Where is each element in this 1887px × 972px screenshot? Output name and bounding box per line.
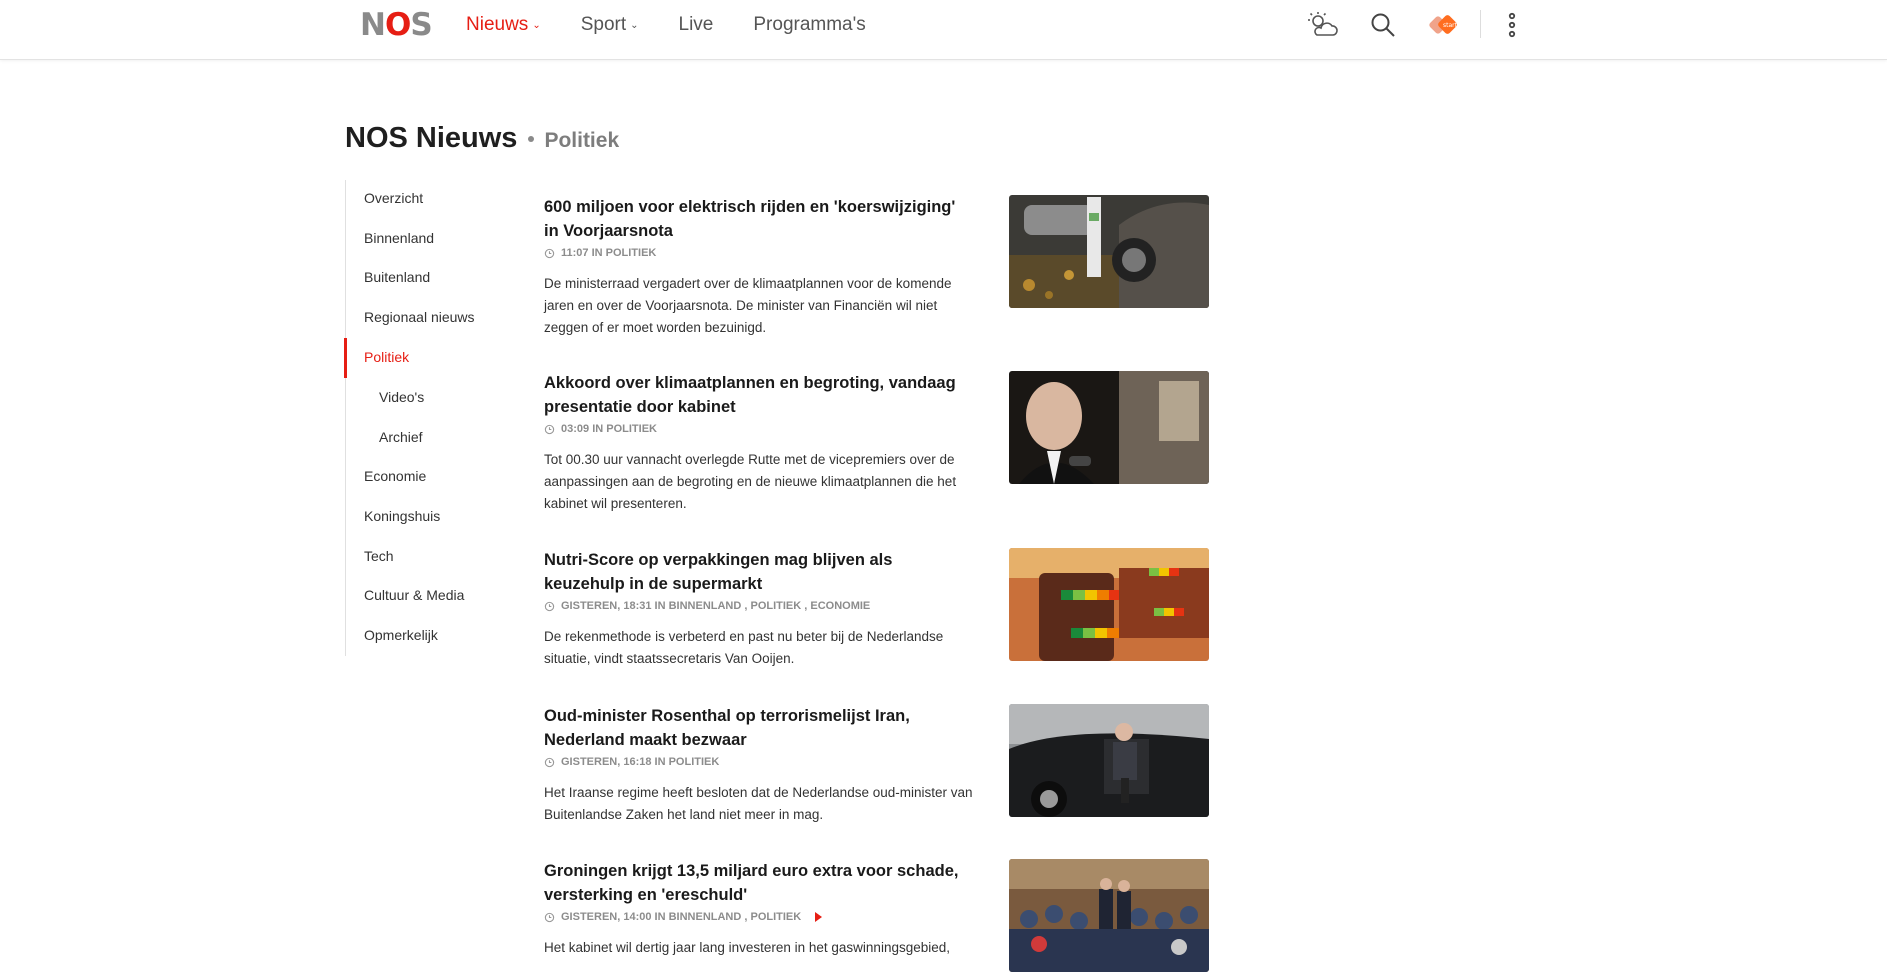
article-thumbnail[interactable] bbox=[1009, 704, 1209, 817]
clock-icon bbox=[544, 757, 555, 767]
more-vertical-icon[interactable] bbox=[1495, 8, 1529, 42]
sidebar-item-cultuur-media[interactable]: Cultuur & Media bbox=[364, 587, 464, 603]
nav-live[interactable]: Live bbox=[679, 13, 714, 38]
article-thumbnail[interactable] bbox=[1009, 548, 1209, 661]
sidebar-item-koningshuis[interactable]: Koningshuis bbox=[364, 508, 440, 524]
toolbar-divider bbox=[1480, 10, 1481, 38]
article-title[interactable]: Nutri-Score op verpakkingen mag blijven … bbox=[544, 548, 974, 596]
sidebar-item-videos[interactable]: Video's bbox=[379, 389, 424, 405]
npo-start-icon[interactable]: start bbox=[1428, 8, 1462, 42]
npo-badge-text: start bbox=[1443, 22, 1458, 29]
article-description: Tot 00.30 uur vannacht overlegde Rutte m… bbox=[544, 452, 957, 511]
active-indicator bbox=[344, 338, 347, 378]
title-separator-dot bbox=[528, 136, 535, 142]
article-meta-text: GISTEREN, 18:31 IN BINNENLAND , POLITIEK… bbox=[561, 600, 871, 612]
sidebar-item-buitenland[interactable]: Buitenland bbox=[364, 269, 430, 285]
nav-nieuws-label: Nieuws bbox=[466, 14, 529, 35]
article-meta-text: GISTEREN, 16:18 IN POLITIEK bbox=[561, 756, 720, 768]
article-description: Het kabinet wil dertig jaar lang investe… bbox=[544, 940, 950, 955]
article-thumbnail[interactable] bbox=[1009, 859, 1209, 972]
article-meta: 03:09 IN POLITIEK bbox=[544, 423, 657, 435]
sidebar-item-regionaal-nieuws[interactable]: Regionaal nieuws bbox=[364, 309, 475, 325]
article-meta-text: 03:09 IN POLITIEK bbox=[561, 423, 657, 435]
weather-icon[interactable] bbox=[1306, 8, 1340, 42]
chevron-down-icon: ⌄ bbox=[630, 20, 639, 31]
logo-text: NOS bbox=[360, 7, 433, 43]
clock-icon bbox=[544, 248, 555, 258]
nos-logo[interactable]: NOS bbox=[360, 7, 433, 43]
sidebar-item-binnenland[interactable]: Binnenland bbox=[364, 230, 434, 246]
article-description: Het Iraanse regime heeft besloten dat de… bbox=[544, 785, 973, 822]
sidebar-item-opmerkelijk[interactable]: Opmerkelijk bbox=[364, 627, 438, 643]
sidebar-item-tech[interactable]: Tech bbox=[364, 548, 394, 564]
clock-icon bbox=[544, 601, 555, 611]
article-title[interactable]: Groningen krijgt 13,5 miljard euro extra… bbox=[544, 859, 974, 907]
page-title: NOS Nieuws Politiek bbox=[345, 122, 619, 155]
nav-sport-label: Sport bbox=[580, 14, 627, 35]
article-thumbnail[interactable] bbox=[1009, 371, 1209, 484]
top-navigation-bar: NOS Nieuws ⌄ Sport ⌄ Live Programma's star… bbox=[0, 0, 1887, 60]
article-meta: 11:07 IN POLITIEK bbox=[544, 247, 656, 259]
clock-icon bbox=[544, 424, 555, 434]
article-meta-text: 11:07 IN POLITIEK bbox=[561, 247, 657, 259]
nav-live-label: Live bbox=[678, 14, 714, 35]
nav-sport[interactable]: Sport ⌄ bbox=[581, 13, 639, 38]
article-meta-text: GISTEREN, 14:00 IN BINNENLAND , POLITIEK bbox=[561, 911, 802, 923]
article-meta: GISTEREN, 18:31 IN BINNENLAND , POLITIEK… bbox=[544, 600, 870, 612]
article-thumbnail[interactable] bbox=[1009, 195, 1209, 308]
main-nav: Nieuws ⌄ Sport ⌄ Live Programma's bbox=[466, 13, 906, 38]
video-play-icon bbox=[815, 912, 823, 922]
nav-programmas-label: Programma's bbox=[753, 14, 866, 35]
article-meta: GISTEREN, 14:00 IN BINNENLAND , POLITIEK bbox=[544, 911, 823, 923]
article-title[interactable]: Akkoord over klimaatplannen en begroting… bbox=[544, 371, 974, 419]
sidebar-item-economie[interactable]: Economie bbox=[364, 468, 426, 484]
nav-programmas[interactable]: Programma's bbox=[753, 13, 865, 38]
section-subtitle: Politiek bbox=[544, 129, 620, 152]
sidebar-item-politiek[interactable]: Politiek bbox=[364, 349, 409, 365]
sidebar-item-archief[interactable]: Archief bbox=[379, 429, 423, 445]
chevron-down-icon: ⌄ bbox=[532, 20, 541, 31]
search-icon[interactable] bbox=[1366, 8, 1400, 42]
section-sidebar: Overzicht Binnenland Buitenland Regionaa… bbox=[344, 180, 496, 656]
nav-nieuws[interactable]: Nieuws ⌄ bbox=[466, 13, 541, 38]
article-title[interactable]: 600 miljoen voor elektrisch rijden en 'k… bbox=[544, 195, 974, 243]
sidebar-item-overzicht[interactable]: Overzicht bbox=[364, 190, 423, 206]
clock-icon bbox=[544, 912, 555, 922]
article-description: De ministerraad vergadert over de klimaa… bbox=[544, 276, 952, 335]
article-title[interactable]: Oud-minister Rosenthal op terrorismelijs… bbox=[544, 704, 974, 752]
section-title: NOS Nieuws bbox=[345, 122, 518, 154]
article-description: De rekenmethode is verbeterd en past nu … bbox=[544, 629, 944, 666]
article-meta: GISTEREN, 16:18 IN POLITIEK bbox=[544, 756, 719, 768]
